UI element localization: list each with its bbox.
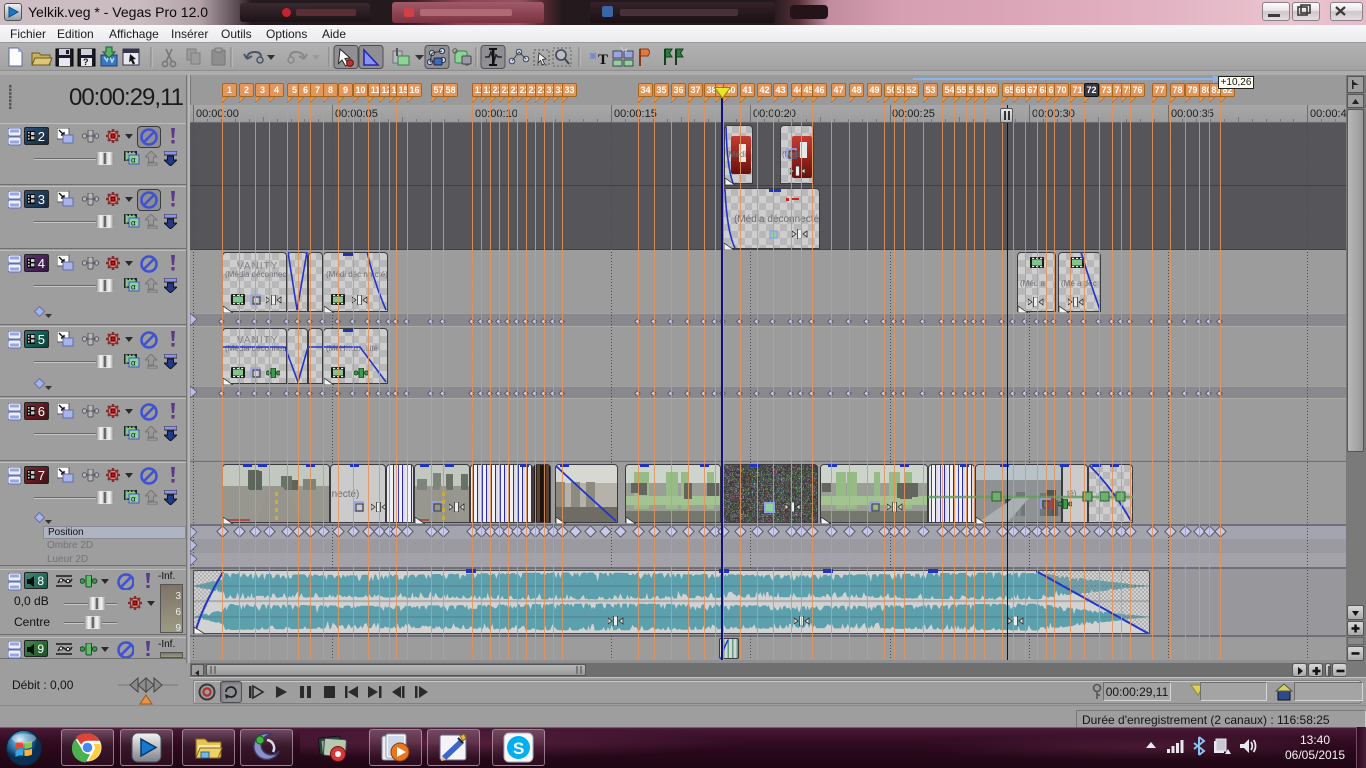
svg-text:S: S (513, 739, 524, 758)
svg-text:?: ? (83, 57, 89, 67)
svg-text:T: T (598, 52, 608, 68)
